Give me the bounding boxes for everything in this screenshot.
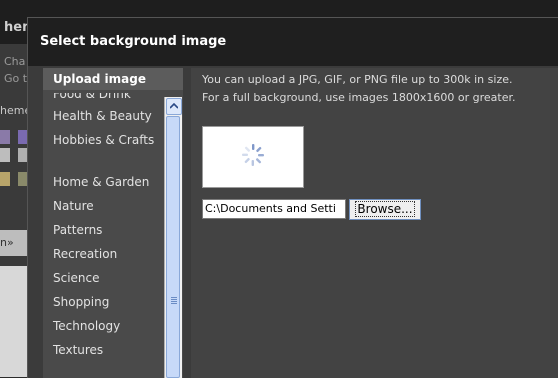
chevron-up-icon <box>170 103 178 109</box>
sidebar-item-hobbies-crafts[interactable]: Hobbies & Crafts <box>53 131 157 149</box>
theme-swatch[interactable] <box>0 148 10 162</box>
grip-line <box>171 303 177 304</box>
sidebar-item-patterns[interactable]: Patterns <box>53 221 157 239</box>
help-text-size: You can upload a JPG, GIF, or PNG file u… <box>202 73 513 86</box>
sidebar-item-textures[interactable]: Textures <box>53 341 157 359</box>
background-tab-label: n» <box>0 236 14 249</box>
background-text: Go t <box>4 72 28 85</box>
image-preview <box>202 126 304 188</box>
background-strip: n» <box>0 230 30 256</box>
upload-panel: You can upload a JPG, GIF, or PNG file u… <box>191 68 558 378</box>
sidebar-item-recreation[interactable]: Recreation <box>53 245 157 263</box>
theme-swatch[interactable] <box>0 130 10 144</box>
category-scrollbar[interactable] <box>164 97 182 378</box>
sidebar-item-upload-image[interactable]: Upload image <box>43 68 183 90</box>
browse-button[interactable]: Browse... <box>349 199 421 220</box>
sidebar-item-technology[interactable]: Technology <box>53 317 157 335</box>
sidebar-item-nature[interactable]: Nature <box>53 197 157 215</box>
background-thumbnail <box>0 266 30 377</box>
sidebar-item-science[interactable]: Science <box>53 269 157 287</box>
grip-line <box>171 299 177 300</box>
scroll-up-button[interactable] <box>166 98 182 115</box>
sidebar-item-shopping[interactable]: Shopping <box>53 293 157 311</box>
select-background-dialog: Select background image Upload image Foo… <box>27 17 558 378</box>
scroll-thumb[interactable] <box>166 116 180 378</box>
dialog-header: Select background image <box>28 18 558 66</box>
file-path-input[interactable]: C:\Documents and Setti <box>202 199 346 219</box>
sidebar-item-home-garden[interactable]: Home & Garden <box>53 173 157 191</box>
theme-swatch[interactable] <box>0 172 10 186</box>
sidebar-item-food-drink[interactable]: Food & Drink <box>53 93 157 103</box>
sidebar-item-health-beauty[interactable]: Health & Beauty <box>53 107 157 125</box>
category-sidebar: Upload image Food & Drink Health & Beaut… <box>43 68 183 378</box>
browse-button-label: Browse... <box>355 201 415 217</box>
background-text: Cha <box>4 55 26 68</box>
help-text-dimensions: For a full background, use images 1800x1… <box>202 91 516 104</box>
loading-spinner-icon <box>242 144 264 166</box>
category-list: Food & Drink Health & Beauty Hobbies & C… <box>43 93 165 378</box>
dialog-title: Select background image <box>40 34 227 49</box>
grip-line <box>171 297 177 298</box>
grip-line <box>171 301 177 302</box>
